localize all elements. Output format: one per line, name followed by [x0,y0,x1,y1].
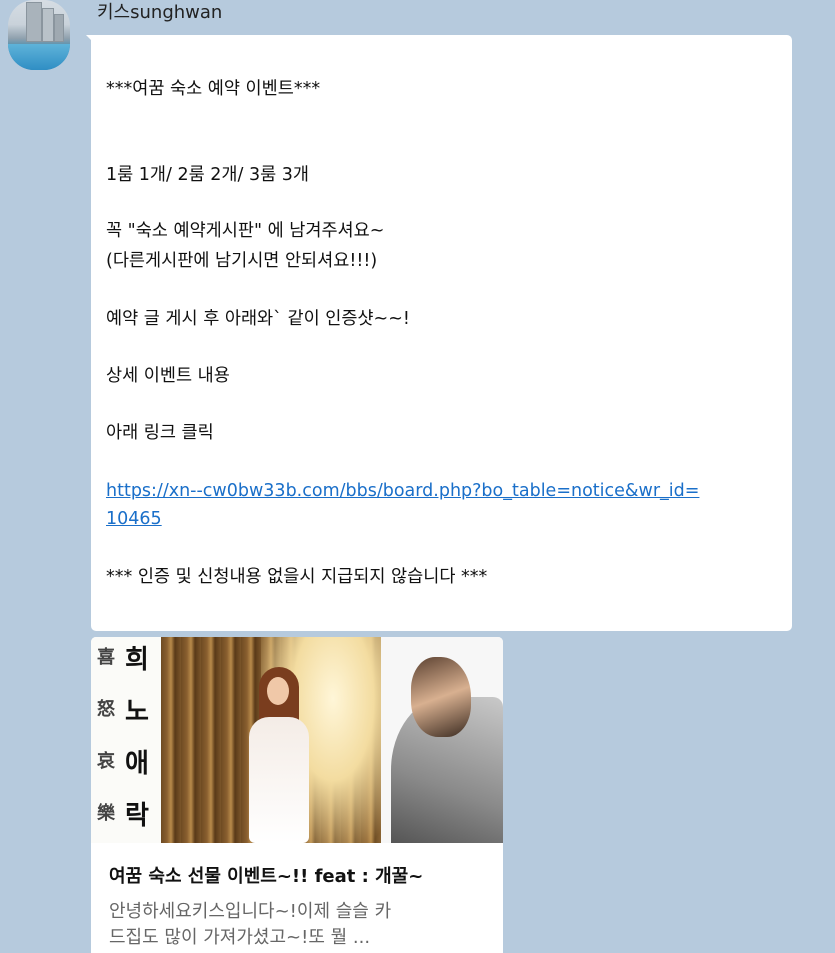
bubble-tail [86,35,96,45]
message-line: 1룸 1개/ 2룸 2개/ 3룸 3개 [106,165,310,185]
link-preview-image[interactable]: 喜 怒 哀 樂 희 노 애 락 [91,637,503,843]
calligraphy-side-glyph: 喜 [97,647,115,668]
man-figure [381,637,503,843]
calligraphy-panel: 喜 怒 哀 樂 희 노 애 락 [91,637,161,843]
avatar-building [26,2,42,42]
message-line: *** 인증 및 신청내용 없을시 지급되지 않습니다 *** [106,567,488,587]
message-line: 아래 링크 클릭 [106,423,214,443]
woman-figure [241,667,321,843]
message-line: 예약 글 게시 후 아래와` 같이 인증샷~~! [106,309,410,329]
message-link-continued[interactable]: 10465 [106,507,162,531]
link-preview-title[interactable]: 여꿈 숙소 선물 이벤트~!! feat : 개꿀~ [109,862,423,888]
calligraphy-glyph: 애 [125,749,149,779]
head [411,657,471,737]
message-bubble: ***여꿈 숙소 예약 이벤트*** 1룸 1개/ 2룸 2개/ 3룸 3개 꼭… [86,35,792,631]
calligraphy-side-glyph: 樂 [97,803,115,824]
avatar-building [42,8,54,42]
message-line: (다른게시판에 남기시면 안되셔요!!!) [106,251,378,271]
calligraphy-side-glyph: 怒 [97,699,115,720]
description-line: 드집도 많이 가져가셨고~!또 뭘 ... [109,927,371,948]
avatar-pool [8,44,70,70]
calligraphy-side-glyph: 哀 [97,751,115,772]
face [267,677,289,705]
calligraphy-glyph: 희 [125,645,149,675]
message-line: ***여꿈 숙소 예약 이벤트*** [106,79,321,99]
calligraphy-glyph: 락 [125,801,149,831]
message-line: 상세 이벤트 내용 [106,366,230,386]
description-line: 안녕하세요키스입니다~!이제 슬슬 카 [109,901,392,922]
link-preview-card[interactable]: 喜 怒 哀 樂 희 노 애 락 여꿈 숙소 선물 이벤트~!! feat : 개… [91,637,503,953]
avatar-building [54,14,64,42]
message-line: 꼭 "숙소 예약게시판" 에 남겨주셔요~ [106,221,385,241]
sender-name[interactable]: 키스sunghwan [97,1,222,25]
link-preview-description: 안녕하세요키스입니다~!이제 슬슬 카 드집도 많이 가져가셨고~!또 뭘 ..… [109,899,494,951]
dress [249,717,309,843]
message-link[interactable]: https://xn--cw0bw33b.com/bbs/board.php?b… [106,479,699,503]
sender-avatar[interactable] [8,0,70,70]
calligraphy-glyph: 노 [125,697,149,727]
